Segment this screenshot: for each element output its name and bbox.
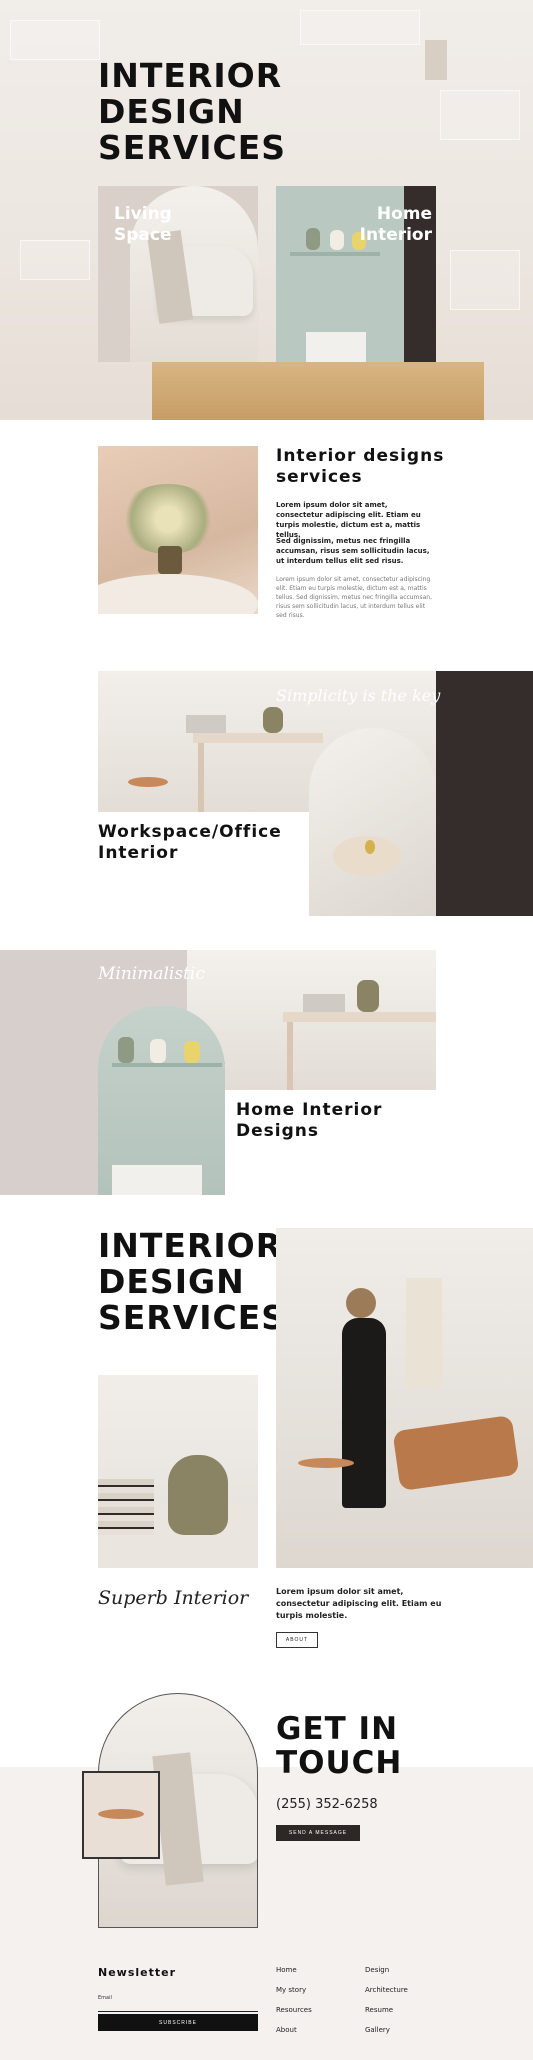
- send-message-button[interactable]: SEND A MESSAGE: [276, 1825, 360, 1841]
- teapot-photo: [98, 1375, 258, 1568]
- brick-texture: [10, 20, 100, 60]
- wall-fixture: [425, 40, 447, 80]
- brick-texture: [440, 90, 520, 140]
- throw-blanket-shape: [152, 1752, 204, 1886]
- stool-seat: [128, 777, 168, 787]
- contact-background: [0, 1767, 533, 2060]
- person-head: [346, 1288, 376, 1318]
- book-stack: [186, 715, 226, 733]
- footer-link-about[interactable]: About: [276, 2026, 297, 2034]
- designs-paragraph-3: Lorem ipsum dolor sit amet, consectetur …: [276, 576, 432, 619]
- minimalistic-script: Minimalistic: [98, 964, 205, 984]
- flower-vase-photo: [98, 446, 258, 614]
- footer-link-home[interactable]: Home: [276, 1966, 297, 1974]
- services-title: INTERIOR DESIGN SERVICES: [98, 1226, 287, 1337]
- butterfly-chair-shape: [392, 1414, 520, 1492]
- home-interior-card[interactable]: Home Interior: [276, 186, 436, 362]
- glass-shelf: [290, 252, 380, 256]
- book-stack: [303, 994, 345, 1012]
- glass-shelf: [112, 1063, 222, 1067]
- round-table: [98, 574, 258, 614]
- hero-title: INTERIOR DESIGN SERVICES: [98, 56, 287, 167]
- living-space-card[interactable]: Living Space: [98, 186, 258, 362]
- stool-seat: [298, 1458, 354, 1468]
- brick-texture: [300, 10, 420, 45]
- vase-shape: [150, 1039, 166, 1063]
- living-space-label: Living Space: [114, 204, 172, 245]
- brick-texture: [450, 250, 520, 310]
- footer-link-gallery[interactable]: Gallery: [365, 2026, 390, 2034]
- subscribe-button[interactable]: SUBSCRIBE: [98, 2014, 258, 2031]
- hanging-coat: [406, 1278, 442, 1388]
- desk-top: [283, 1012, 436, 1022]
- footer-link-my-story[interactable]: My story: [276, 1986, 306, 1994]
- flower-bouquet: [118, 484, 218, 554]
- desk-top: [193, 733, 323, 743]
- designs-title: Interior designs services: [276, 446, 445, 487]
- designs-paragraph-1: Lorem ipsum dolor sit amet, consectetur …: [276, 501, 421, 539]
- stool-thumbnail: [82, 1771, 160, 1859]
- teapot-shape: [357, 980, 379, 1012]
- teapot-shape: [263, 707, 283, 733]
- vase-shape: [306, 228, 320, 250]
- superb-interior-script: Superb Interior: [98, 1587, 249, 1609]
- home-interior-designs-title: Home Interior Designs: [236, 1100, 383, 1141]
- vase-shape: [158, 546, 182, 574]
- ring-dish: [365, 840, 375, 854]
- decor-box: [112, 1165, 202, 1195]
- vase-shape: [184, 1041, 200, 1063]
- decor-box: [306, 332, 366, 362]
- stool-seat: [98, 1809, 144, 1819]
- footer-link-resources[interactable]: Resources: [276, 2006, 312, 2014]
- desk-leg: [287, 1022, 293, 1090]
- workspace-dark-panel: [436, 671, 533, 916]
- desk-leg: [198, 743, 204, 812]
- simplicity-script: Simplicity is the key: [276, 686, 441, 705]
- about-button[interactable]: ABOUT: [276, 1632, 318, 1648]
- brick-texture: [20, 240, 90, 280]
- workspace-arch-photo: [309, 728, 436, 916]
- vase-shape: [118, 1037, 134, 1063]
- designs-paragraph-2: Sed dignissim, metus nec fringilla accum…: [276, 537, 430, 565]
- services-text: Lorem ipsum dolor sit amet, consectetur …: [276, 1587, 442, 1620]
- book-stack: [98, 1479, 154, 1535]
- footer-link-design[interactable]: Design: [365, 1966, 389, 1974]
- person-body: [342, 1318, 386, 1508]
- email-input[interactable]: [98, 2002, 258, 2012]
- newsletter-title: Newsletter: [98, 1966, 177, 1979]
- designer-photo: [276, 1228, 533, 1568]
- teapot-shape: [168, 1455, 228, 1535]
- wooden-desk: [152, 362, 484, 420]
- contact-title: GET IN TOUCH: [276, 1711, 403, 1781]
- footer-link-resume[interactable]: Resume: [365, 2006, 393, 2014]
- footer-link-architecture[interactable]: Architecture: [365, 1986, 408, 1994]
- contact-phone: (255) 352-6258: [276, 1797, 378, 1812]
- vase-shape: [330, 230, 344, 250]
- minimal-arch-photo: [98, 1005, 225, 1195]
- workspace-title: Workspace/Office Interior: [98, 822, 282, 863]
- email-label: Email: [98, 1995, 112, 2001]
- home-interior-label: Home Interior: [359, 204, 432, 245]
